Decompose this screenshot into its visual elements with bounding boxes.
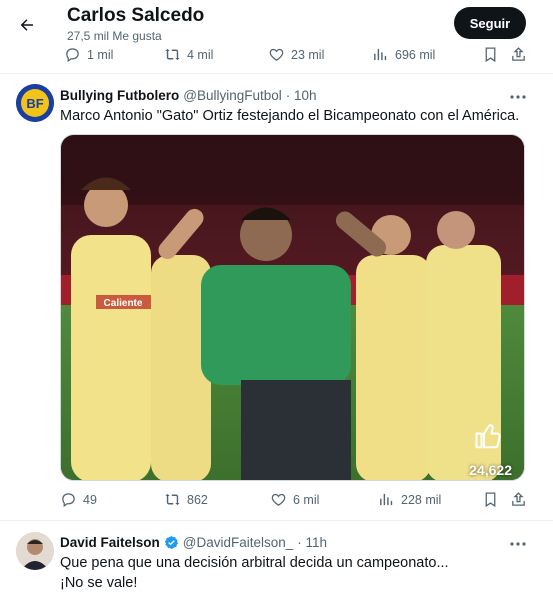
- bookmark-icon: [485, 47, 496, 63]
- author-handle[interactable]: @DavidFaitelson_: [183, 535, 294, 550]
- retweet-button[interactable]: 4 mil: [164, 46, 213, 63]
- avatar[interactable]: [16, 532, 54, 570]
- divider: [0, 520, 553, 521]
- video-frame: abanl Caliente: [61, 135, 524, 480]
- reply-count: 49: [83, 492, 97, 507]
- avatar-logo-text: BF: [26, 96, 43, 111]
- verified-badge-icon: [164, 535, 179, 550]
- reply-button[interactable]: 49: [60, 491, 97, 508]
- follow-button[interactable]: Seguir: [454, 7, 526, 39]
- more-options-icon[interactable]: [508, 90, 528, 104]
- reply-icon: [62, 493, 75, 508]
- jersey-sponsor: Caliente: [104, 298, 143, 309]
- retweet-count: 4 mil: [187, 47, 214, 62]
- divider: [0, 73, 553, 74]
- author-name[interactable]: David Faitelson: [60, 535, 160, 550]
- profile-likes-count: 27,5 mil Me gusta: [67, 29, 162, 43]
- reply-icon: [66, 48, 79, 63]
- share-button[interactable]: [510, 491, 527, 508]
- avatar[interactable]: BF: [16, 84, 54, 122]
- tweet-header: Bullying Futbolero @BullyingFutbol · 10h: [60, 88, 317, 103]
- heart-icon: [269, 48, 284, 61]
- tweet-header: David Faitelson @DavidFaitelson_ · 11h: [60, 535, 327, 550]
- reply-button[interactable]: 1 mil: [64, 46, 113, 63]
- like-button[interactable]: 23 mil: [268, 46, 324, 63]
- retweet-button[interactable]: 862: [164, 491, 208, 508]
- back-arrow-icon[interactable]: [12, 10, 42, 40]
- tweet-text-line: Que pena que una decisión arbitral decid…: [60, 555, 449, 571]
- top-tweet-actions: 1 mil 4 mil 23 mil 696 mil: [60, 46, 540, 66]
- views-count: 228 mil: [401, 492, 442, 507]
- retweet-icon: [165, 48, 180, 61]
- heart-icon: [271, 493, 286, 506]
- tweet-text: Marco Antonio "Gato" Ortiz festejando el…: [60, 108, 520, 124]
- views-count: 696 mil: [395, 47, 436, 62]
- tweet-time[interactable]: · 10h: [286, 88, 317, 103]
- tweet-time[interactable]: · 11h: [297, 535, 327, 550]
- tweet-text-line: ¡No se vale!: [60, 575, 138, 591]
- retweet-icon: [165, 493, 180, 506]
- like-count: 23 mil: [291, 47, 325, 62]
- share-icon: [512, 47, 525, 61]
- bookmark-icon: [485, 492, 496, 508]
- like-count: 6 mil: [293, 492, 320, 507]
- bookmark-button[interactable]: [482, 491, 499, 508]
- video-reaction-count: 24,622: [469, 462, 512, 478]
- thumbs-up-icon: [474, 421, 504, 456]
- bookmark-button[interactable]: [482, 46, 499, 63]
- views-chart-icon: [380, 493, 393, 506]
- author-handle[interactable]: @BullyingFutbol: [183, 88, 282, 103]
- share-icon: [512, 492, 525, 506]
- views-chart-icon: [374, 48, 387, 61]
- reply-count: 1 mil: [87, 47, 114, 62]
- author-name[interactable]: Bullying Futbolero: [60, 88, 179, 103]
- views-button[interactable]: 696 mil: [372, 46, 435, 63]
- more-options-icon[interactable]: [508, 537, 528, 551]
- views-button[interactable]: 228 mil: [378, 491, 441, 508]
- share-button[interactable]: [510, 46, 527, 63]
- profile-name: Carlos Salcedo: [67, 5, 205, 26]
- tweet-actions: 49 862 6 mil 228 mil: [60, 491, 540, 511]
- retweet-count: 862: [187, 492, 208, 507]
- tweet-video[interactable]: abanl Caliente 24,622: [60, 134, 525, 481]
- like-button[interactable]: 6 mil: [270, 491, 319, 508]
- tweet-text: Que pena que una decisión arbitral decid…: [60, 553, 530, 593]
